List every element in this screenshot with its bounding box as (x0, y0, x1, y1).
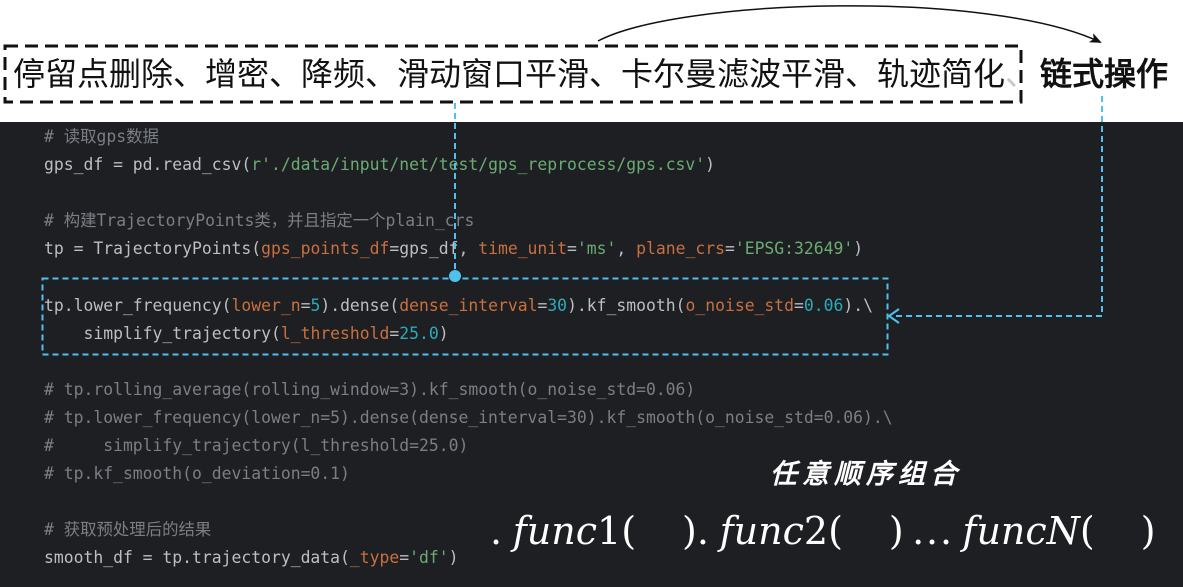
code-line: # 读取gps数据 (44, 123, 893, 151)
code-token: = (724, 239, 735, 259)
formula-dot: . (490, 509, 503, 553)
steps-list: 停留点删除、增密、降频、滑动窗口平滑、卡尔曼滤波平滑、轨迹简化、 (13, 46, 1037, 102)
code-line: # tp.kf_smooth(o_deviation=0.1) (44, 460, 893, 488)
code-token: gps_df = pd.read_csv( (44, 155, 252, 175)
code-token: 30 (547, 295, 568, 315)
code-token: time_unit (478, 239, 568, 259)
code-line: # tp.lower_frequency(lower_n=5).dense(de… (44, 404, 893, 432)
code-token: # tp.rolling_average(rolling_window=3).k… (44, 379, 696, 399)
chain-formula: . func1(). func2()... funcN() (490, 507, 1156, 555)
formula-func-name: func (719, 509, 804, 553)
code-token: tp.lower_frequency( (44, 295, 232, 315)
formula-func-index: 1 (597, 509, 622, 553)
code-line: tp = TrajectoryPoints(gps_points_df=gps_… (44, 235, 893, 263)
formula-close-paren: ) (888, 509, 904, 553)
code-token: smooth_df = tp.trajectory_data( (44, 548, 350, 568)
code-line: # tp.rolling_average(rolling_window=3).k… (44, 376, 893, 404)
code-token: # simplify_trajectory(l_threshold=25.0) (44, 436, 469, 456)
figure: 停留点删除、增密、降频、滑动窗口平滑、卡尔曼滤波平滑、轨迹简化、 链式操作 # … (0, 0, 1183, 587)
formula-func-name: func (962, 509, 1047, 553)
formula-open-paren: ( (828, 509, 843, 553)
formula-close-paren: ) (1140, 509, 1156, 553)
code-line: gps_df = pd.read_csv(r'./data/input/net/… (44, 151, 893, 179)
formula-open-paren: ( (1079, 509, 1095, 553)
code-token: = (567, 239, 577, 259)
any-order-label: 任意顺序组合 (770, 459, 962, 490)
code-token: _type (349, 548, 400, 568)
code-line: # 构建TrajectoryPoints类，并且指定一个plain_crs (44, 207, 893, 235)
code-token: # tp.lower_frequency(lower_n=5).dense(de… (44, 407, 893, 427)
formula-close-paren: ) (682, 509, 697, 553)
code-token: # tp.kf_smooth(o_deviation=0.1) (44, 464, 350, 484)
formula-ellipsis: ... (912, 509, 955, 553)
code-token: 25.0 (399, 323, 439, 343)
code-token: = (794, 295, 804, 315)
code-token: = (389, 323, 400, 343)
code-token: simplify_trajectory( (44, 323, 281, 343)
code-line: # simplify_trajectory(l_threshold=25.0) (44, 432, 893, 460)
code-line: tp.lower_frequency(lower_n=5).dense(dens… (44, 292, 893, 320)
code-token: ).\ (843, 295, 874, 315)
code-token: =gps_df, (389, 239, 479, 259)
code-token: # 获取预处理后的结果 (44, 520, 212, 540)
formula-func-index: 2 (803, 509, 829, 553)
formula-dot: . (696, 509, 709, 553)
chain-operation-label: 链式操作 (1040, 55, 1169, 93)
code-token: plane_crs (636, 239, 725, 259)
code-token: # 构建TrajectoryPoints类，并且指定一个plain_crs (44, 211, 475, 231)
formula-func-index: N (1046, 509, 1080, 553)
code-token: ).dense( (320, 295, 400, 315)
code-token: 0.06 (803, 295, 844, 315)
code-token: ).kf_smooth( (567, 295, 686, 315)
code-token: ) (438, 323, 449, 343)
code-token: o_noise_std (685, 295, 795, 315)
code-token: ) (448, 548, 459, 568)
code-token: 'df' (409, 548, 449, 568)
steps-text: 停留点删除、增密、降频、滑动窗口平滑、卡尔曼滤波平滑、轨迹简化 (13, 55, 1006, 93)
steps-trailing-mark: 、 (1005, 55, 1038, 93)
code-token: tp = TrajectoryPoints( (44, 239, 262, 259)
code-token: = (537, 295, 548, 315)
code-token: lower_n (231, 295, 301, 315)
code-token: ) (853, 239, 864, 259)
formula-func-name: func (512, 509, 598, 553)
code-token: 'EPSG:32649' (734, 239, 854, 259)
code-token: = (300, 295, 311, 315)
code-token: l_threshold (280, 323, 390, 343)
code-token: # 读取gps数据 (44, 127, 159, 146)
code-token: r'./data/input/net/test/gps_reprocess/gp… (251, 155, 706, 175)
code-token: ) (705, 155, 716, 175)
code-token: = (399, 548, 410, 568)
code-token: 'ms' (576, 239, 617, 259)
annotation-header: 停留点删除、增密、降频、滑动窗口平滑、卡尔曼滤波平滑、轨迹简化、 链式操作 (0, 0, 1183, 122)
code-line: simplify_trajectory(l_threshold=25.0) (44, 320, 893, 348)
code-token: dense_interval (399, 295, 538, 315)
formula-open-paren: ( (621, 509, 637, 553)
code-token: 5 (310, 295, 321, 315)
code-token: gps_points_df (261, 239, 390, 259)
code-lines: # 读取gps数据 gps_df = pd.read_csv(r'./data/i… (44, 123, 893, 573)
code-token: , (616, 239, 637, 259)
